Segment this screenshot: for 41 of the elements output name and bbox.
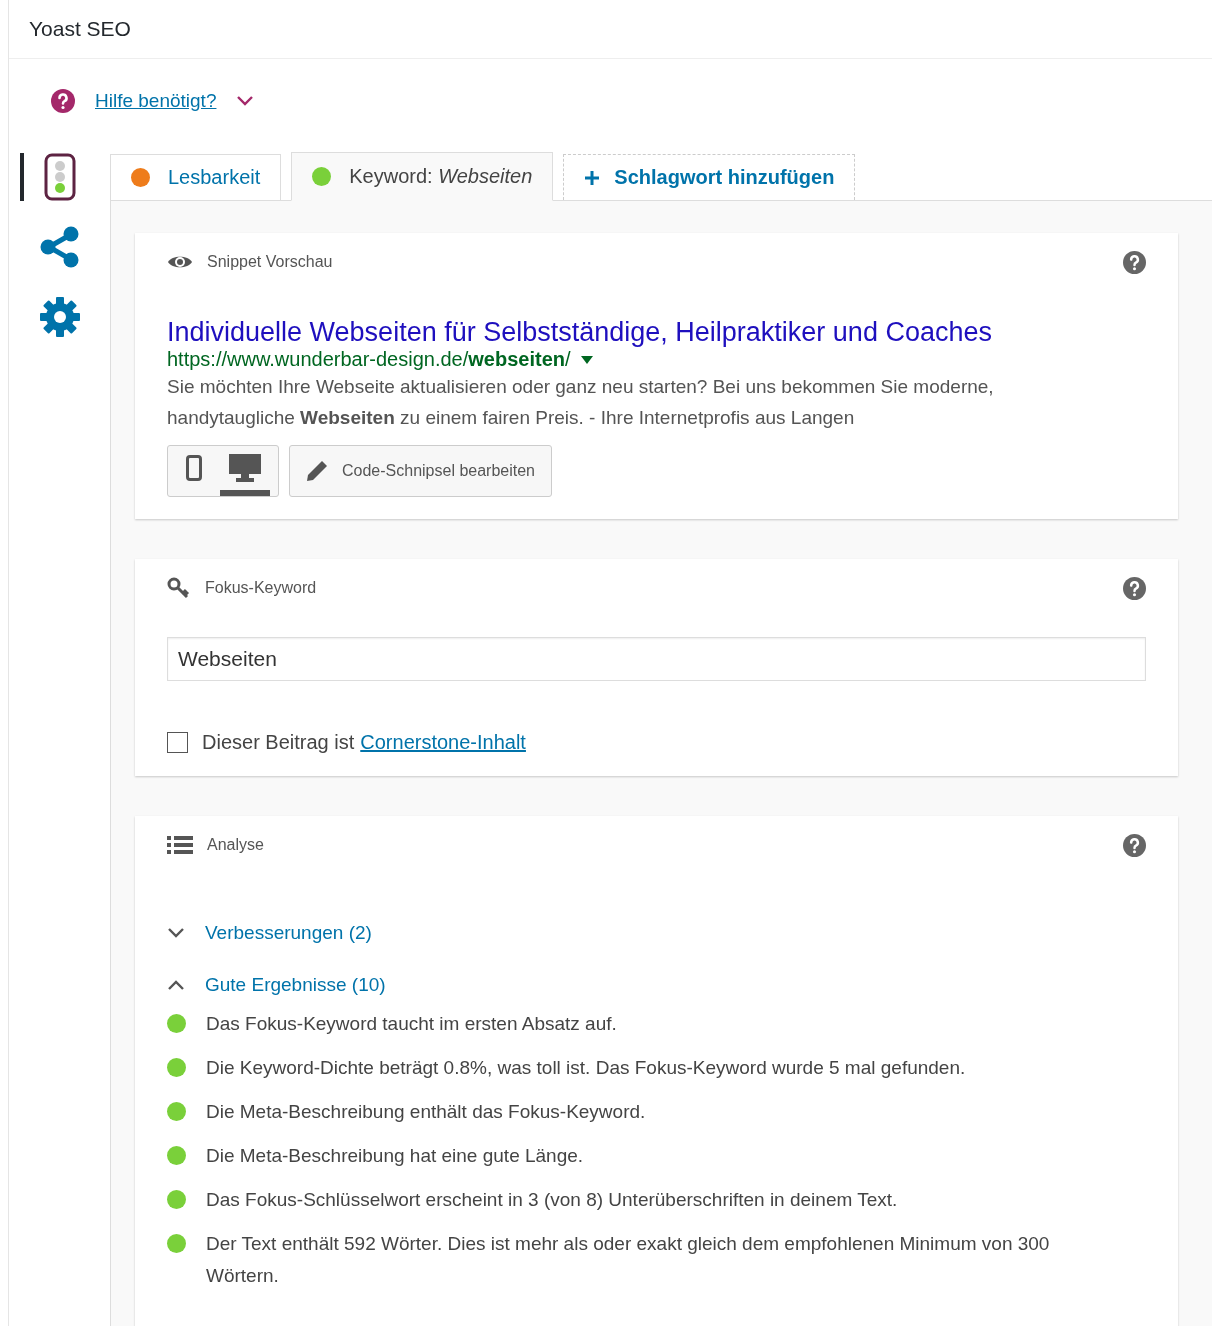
list-icon (167, 835, 193, 855)
help-icon (1123, 833, 1146, 857)
card-title: Analyse (207, 836, 265, 854)
snippet-title: Individuelle Webseiten für Selbstständige, Heilpraktiker und Coaches (167, 317, 993, 348)
chevron-icon (236, 95, 255, 107)
keyword-input[interactable]: Webseiten (167, 637, 1146, 681)
result-text: Die Meta-Beschreibung hat eine gute Länge. (206, 1144, 584, 1168)
result-text: Das Fokus-Schlüsselwort erscheint in 3 (von 8) Unterüberschriften in deinem Text. (206, 1188, 898, 1212)
snippet-description: Sie möchten Ihre Webseite aktualisieren oder ganz neu starten? Bei uns bekommen Sie moderne, handytaugliche Webseiten zu einem fairen Preis. - Ihre Internetprofis aus Langen (167, 375, 995, 430)
share-icon[interactable] (38, 226, 81, 268)
traffic-light-icon[interactable] (43, 153, 76, 201)
checkbox-label: Dieser Beitrag ist (202, 731, 355, 754)
phone-icon (186, 455, 202, 481)
cornerstone-link[interactable]: Cornerstone-Inhalt (360, 731, 526, 754)
monitor-icon (229, 454, 261, 482)
edit-snippet-button[interactable]: Code-Schnipsel bearbeiten (289, 445, 552, 497)
help-icon (1123, 576, 1146, 600)
help-icon (1123, 250, 1146, 274)
checkbox[interactable] (167, 732, 188, 753)
result-text: Das Fokus-Keyword taucht im ersten Absatz auf. (206, 1012, 617, 1036)
results-toggle[interactable]: Verbesserungen (2) (167, 922, 372, 944)
card-title: Snippet Vorschau (207, 253, 334, 271)
help-icon (51, 89, 75, 113)
dropdown-icon (580, 355, 593, 364)
snippet-url: https://www.wunderbar-design.de/webseiten/ (167, 348, 571, 371)
result-text: Die Keyword-Dichte beträgt 0.8%, was toll ist. Das Fokus-Keyword wurde 5 mal gefunden. (206, 1056, 966, 1080)
panel-title: Yoast SEO (29, 17, 131, 41)
help-link[interactable]: Hilfe benötigt? (95, 90, 217, 112)
result-text: Der Text enthält 592 Wörter. Dies ist mehr als oder exakt gleich dem empfohlenen Minimum von 300 Wörtern. (206, 1232, 1051, 1288)
chevron-icon (167, 979, 185, 991)
tab[interactable]: Lesbarkeit (110, 154, 282, 200)
plus-icon (584, 169, 601, 186)
key-icon (167, 577, 191, 599)
results-toggle[interactable]: Gute Ergebnisse (10) (167, 974, 386, 996)
result-text: Die Meta-Beschreibung enthält das Fokus-Keyword. (206, 1100, 646, 1124)
settings-icon[interactable] (38, 296, 81, 338)
add-keyword-tab[interactable]: Schlagwort hinzufügen (563, 154, 856, 200)
card-title: Fokus-Keyword (205, 579, 318, 597)
chevron-icon (167, 927, 185, 939)
pencil-icon (306, 460, 328, 482)
tab[interactable]: Keyword: Webseiten (291, 152, 554, 201)
